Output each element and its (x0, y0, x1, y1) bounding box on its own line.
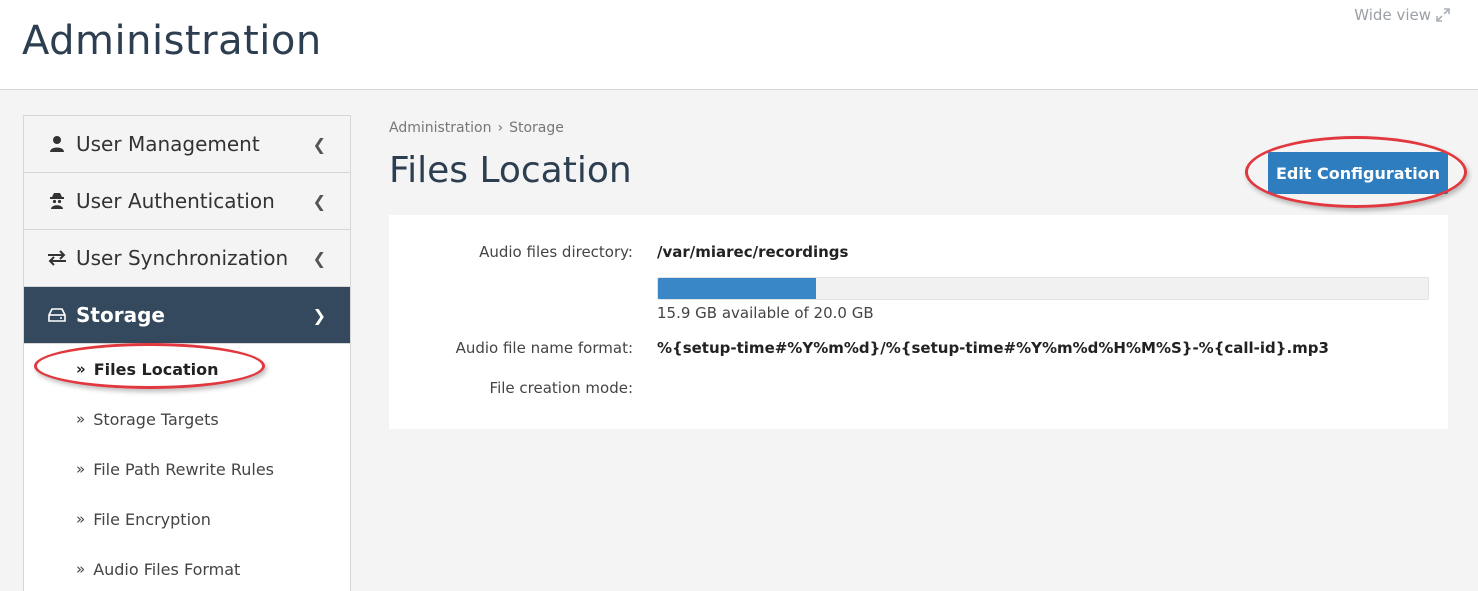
submenu-item-file-encryption[interactable]: » File Encryption (24, 494, 350, 544)
sidebar-item-user-management[interactable]: User Management ❮ (24, 116, 350, 173)
submenu-item-label: Storage Targets (93, 409, 219, 429)
page-title: Files Location (389, 150, 632, 191)
expand-icon (1436, 8, 1450, 22)
chevron-left-icon: ❮ (312, 248, 326, 268)
audio-dir-value: /var/miarec/recordings (657, 243, 849, 261)
wide-view-label: Wide view (1354, 6, 1431, 24)
name-format-value: %{setup-time#%Y%m%d}/%{setup-time#%Y%m%d… (657, 339, 1329, 357)
submenu-item-file-path-rewrite-rules[interactable]: » File Path Rewrite Rules (24, 444, 350, 494)
sidebar-item-user-synchronization[interactable]: User Synchronization ❮ (24, 230, 350, 287)
disk-usage-bar (657, 277, 1429, 300)
sidebar-item-label: User Synchronization (76, 246, 289, 270)
sidebar: User Management ❮ User Authentication ❮ … (23, 115, 351, 591)
storage-submenu: » Files Location » Storage Targets » Fil… (24, 344, 350, 591)
double-chevron-right-icon: » (76, 360, 86, 378)
submenu-item-storage-targets[interactable]: » Storage Targets (24, 394, 350, 444)
hdd-icon (46, 304, 68, 326)
submenu-item-files-location[interactable]: » Files Location (24, 344, 350, 394)
breadcrumb-separator-icon: › (497, 120, 504, 136)
double-chevron-right-icon: » (76, 460, 86, 478)
breadcrumb-link-administration[interactable]: Administration (389, 120, 491, 136)
wide-view-toggle[interactable]: Wide view (1354, 6, 1450, 24)
files-location-details: Audio files directory: /var/miarec/recor… (389, 215, 1448, 429)
breadcrumb: Administration › Storage (389, 120, 564, 136)
creation-mode-label: File creation mode: (489, 379, 633, 397)
sidebar-item-label: User Management (76, 132, 260, 156)
submenu-item-label: Files Location (93, 359, 219, 379)
app-title: Administration (22, 18, 322, 64)
submenu-item-label: File Path Rewrite Rules (93, 459, 274, 479)
breadcrumb-current: Storage (509, 120, 564, 136)
chevron-left-icon: ❮ (312, 134, 326, 154)
disk-usage-text: 15.9 GB available of 20.0 GB (657, 304, 874, 322)
chevron-left-icon: ❮ (312, 191, 326, 211)
double-chevron-right-icon: » (76, 510, 86, 528)
double-chevron-right-icon: » (76, 560, 86, 578)
submenu-item-label: Audio Files Format (93, 559, 241, 579)
disk-usage-fill (658, 278, 816, 299)
sidebar-item-label: User Authentication (76, 189, 275, 213)
exchange-icon (46, 247, 68, 269)
edit-configuration-button[interactable]: Edit Configuration (1268, 152, 1448, 194)
submenu-item-label: File Encryption (93, 509, 211, 529)
sidebar-item-storage[interactable]: Storage ❯ (24, 287, 350, 344)
chevron-down-icon: ❯ (312, 305, 326, 325)
double-chevron-right-icon: » (76, 410, 86, 428)
top-header: Administration Wide view (0, 0, 1478, 90)
user-icon (46, 133, 68, 155)
user-secret-icon (46, 190, 68, 212)
audio-dir-label: Audio files directory: (479, 243, 633, 261)
name-format-label: Audio file name format: (455, 339, 633, 357)
submenu-item-audio-files-format[interactable]: » Audio Files Format (24, 544, 350, 591)
sidebar-item-user-authentication[interactable]: User Authentication ❮ (24, 173, 350, 230)
sidebar-item-label: Storage (76, 303, 165, 327)
